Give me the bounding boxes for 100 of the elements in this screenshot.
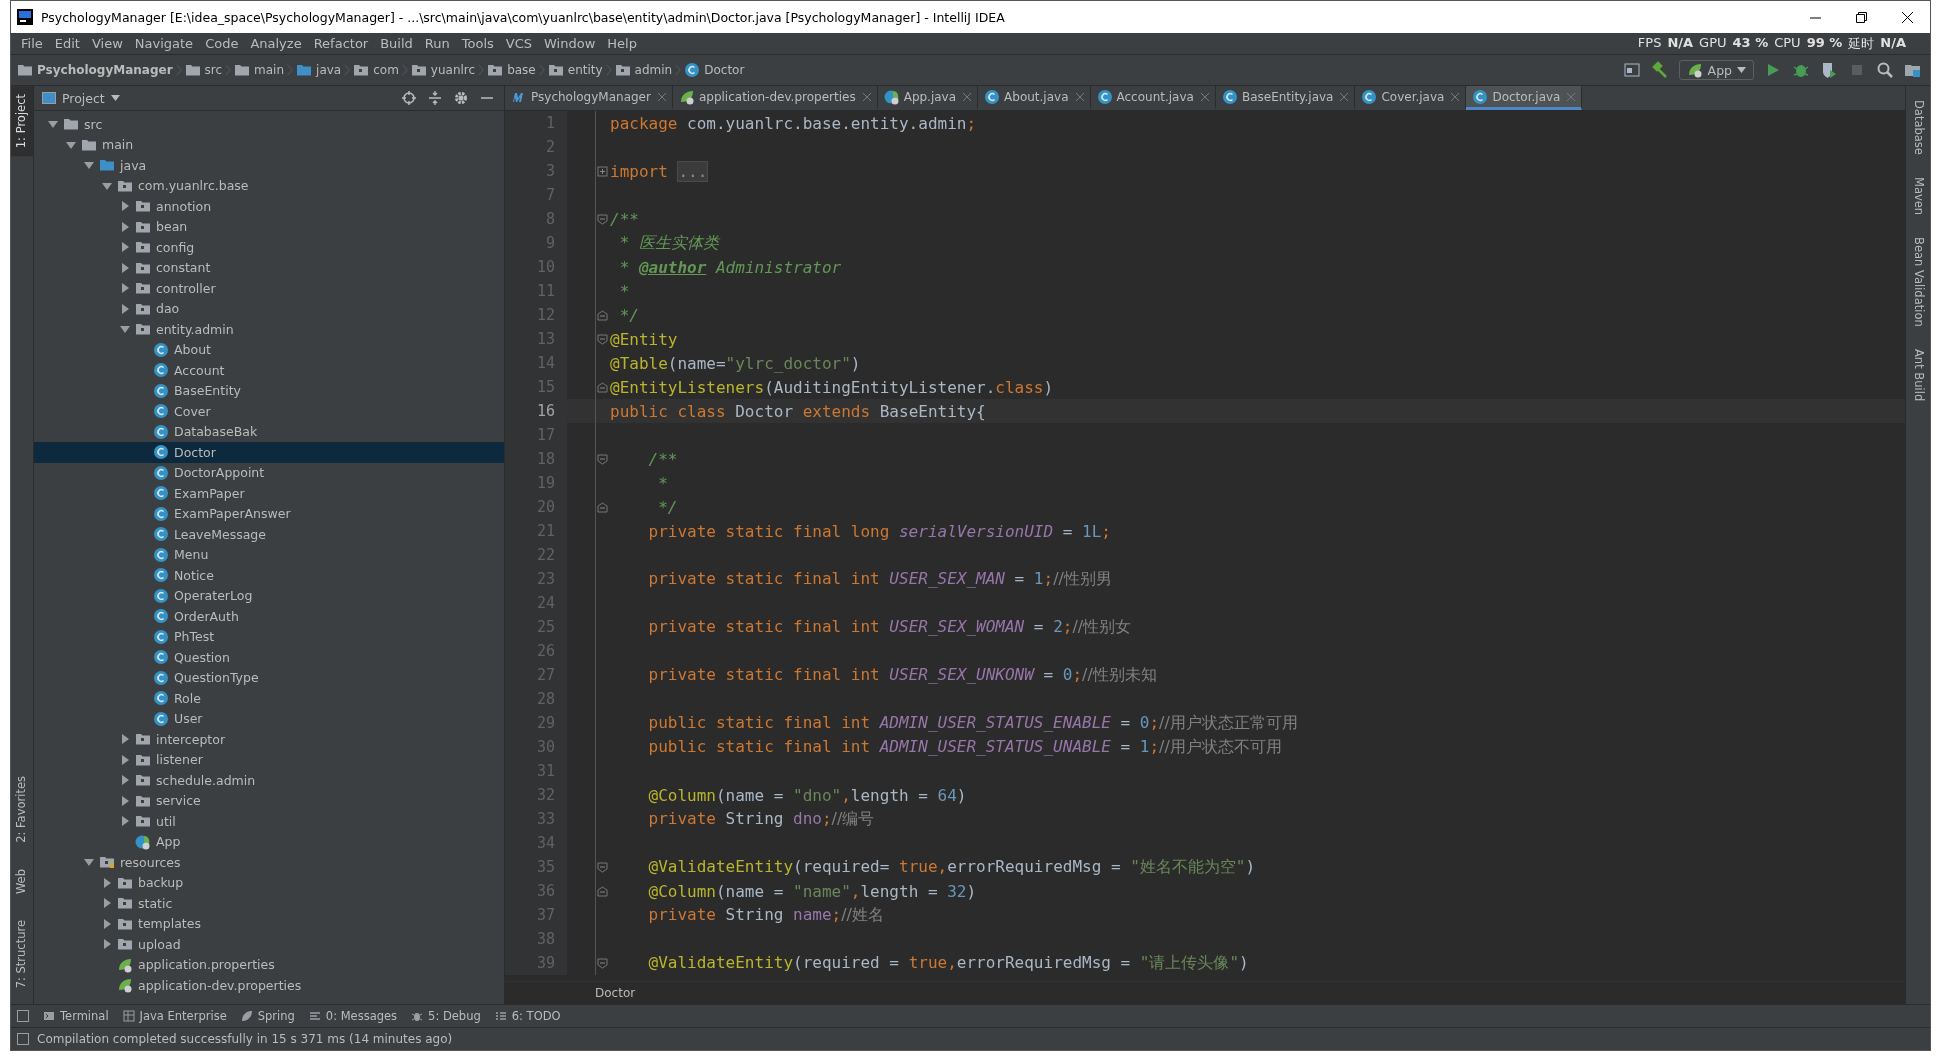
tree-item[interactable]: LeaveMessage (34, 524, 504, 545)
fold-icon[interactable] (596, 213, 608, 225)
menu-bar-entry[interactable]: Build (374, 36, 419, 51)
collapse-arrow-icon[interactable] (102, 877, 112, 888)
fold-end-icon[interactable] (596, 309, 608, 321)
tool-window-tab[interactable]: Maven (1906, 176, 1930, 215)
expand-arrow-icon[interactable] (84, 160, 94, 171)
menu-bar-entry[interactable]: Help (601, 36, 643, 51)
breadcrumb-item[interactable]: PsychologyManager (17, 62, 173, 78)
tree-item[interactable]: ExamPaperAnswer (34, 503, 504, 524)
tree-item[interactable]: Doctor (34, 442, 504, 463)
fold-icon[interactable] (596, 333, 608, 345)
tool-window-tab[interactable]: 6: TODO (494, 1009, 561, 1023)
tool-window-tab[interactable]: 2: Favorites (11, 767, 33, 851)
collapse-arrow-icon[interactable] (102, 898, 112, 909)
window-icon[interactable] (1622, 61, 1641, 79)
fold-icon[interactable] (596, 453, 608, 465)
tree-item[interactable]: OrderAuth (34, 606, 504, 627)
fold-icon[interactable] (596, 861, 608, 873)
run-config-dropdown[interactable]: App (1678, 60, 1754, 80)
collapse-arrow-icon[interactable] (120, 303, 130, 314)
menu-bar-entry[interactable]: Window (538, 36, 602, 51)
locate-icon[interactable] (402, 91, 416, 105)
tree-item[interactable]: DoctorAppoint (34, 462, 504, 483)
collapse-arrow-icon[interactable] (120, 242, 130, 253)
tree-item[interactable]: BaseEntity (34, 380, 504, 401)
menu-bar-entry[interactable]: Code (199, 36, 245, 51)
collapse-arrow-icon[interactable] (120, 283, 130, 294)
tree-item[interactable]: templates (34, 913, 504, 934)
collapse-arrow-icon[interactable] (102, 918, 112, 929)
panel-toggle-icon[interactable] (17, 1033, 29, 1045)
tree-item[interactable]: controller (34, 278, 504, 299)
coverage-icon[interactable] (1820, 61, 1838, 79)
tool-window-tab[interactable]: Spring (240, 1009, 295, 1023)
tree-item[interactable]: backup (34, 872, 504, 893)
tree-item[interactable]: dao (34, 298, 504, 319)
breadcrumb-item[interactable]: yuanlrc (410, 62, 476, 78)
tree-item[interactable]: Question (34, 647, 504, 668)
tree-item[interactable]: service (34, 790, 504, 811)
collapse-arrow-icon[interactable] (102, 939, 112, 950)
breadcrumb-item[interactable]: java (296, 62, 342, 78)
tree-item[interactable]: static (34, 893, 504, 914)
tree-item[interactable]: ExamPaper (34, 483, 504, 504)
tree-item[interactable]: QuestionType (34, 667, 504, 688)
panel-toggle-icon[interactable] (17, 1010, 29, 1022)
tool-window-tab[interactable]: Java Enterprise (122, 1009, 227, 1023)
tool-window-tab[interactable]: Bean Validation (1906, 237, 1930, 327)
collapse-arrow-icon[interactable] (120, 221, 130, 232)
collapse-all-icon[interactable] (428, 91, 442, 105)
tree-item[interactable]: main (34, 134, 504, 155)
breadcrumb-item[interactable]: admin (614, 62, 673, 78)
tree-item[interactable]: application-dev.properties (34, 975, 504, 996)
tree-item[interactable]: entity.admin (34, 319, 504, 340)
hammer-icon[interactable] (1650, 61, 1669, 79)
tool-window-tab[interactable]: Database (1906, 100, 1930, 155)
breadcrumb-item[interactable]: main (234, 62, 285, 78)
collapse-arrow-icon[interactable] (120, 816, 130, 827)
tree-item[interactable]: listener (34, 749, 504, 770)
tree-item[interactable]: Cover (34, 401, 504, 422)
collapse-arrow-icon[interactable] (120, 201, 130, 212)
breadcrumb-item[interactable]: Doctor (684, 62, 745, 78)
tool-window-tab[interactable]: Terminal (43, 1009, 109, 1023)
search-icon[interactable] (1876, 61, 1894, 79)
settings-icon[interactable] (454, 91, 468, 105)
menu-bar-entry[interactable]: View (85, 36, 129, 51)
expand-arrow-icon[interactable] (66, 139, 76, 150)
menu-bar-entry[interactable]: VCS (499, 36, 539, 51)
tree-item[interactable]: DatabaseBak (34, 421, 504, 442)
editor-breadcrumb[interactable]: Doctor (595, 986, 636, 1000)
tree-item[interactable]: Notice (34, 565, 504, 586)
editor-tab[interactable]: Doctor.java (1466, 86, 1583, 110)
tree-item[interactable]: App (34, 831, 504, 852)
menu-bar-entry[interactable]: File (15, 36, 49, 51)
tree-item[interactable]: Menu (34, 544, 504, 565)
tree-item[interactable]: annotion (34, 196, 504, 217)
tree-item[interactable]: OperaterLog (34, 585, 504, 606)
expand-arrow-icon[interactable] (102, 180, 112, 191)
tree-item[interactable]: java (34, 155, 504, 176)
close-icon[interactable] (1901, 11, 1913, 23)
tree-item[interactable]: com.yuanlrc.base (34, 175, 504, 196)
tree-item[interactable]: upload (34, 934, 504, 955)
menu-bar-entry[interactable]: Analyze (244, 36, 308, 51)
fold-icon[interactable] (596, 957, 608, 969)
breadcrumb-item[interactable]: src (184, 62, 223, 78)
collapse-arrow-icon[interactable] (120, 775, 130, 786)
tree-item[interactable]: User (34, 708, 504, 729)
menu-bar-entry[interactable]: Tools (455, 36, 500, 51)
tree-item[interactable]: About (34, 339, 504, 360)
editor-tab[interactable]: App.java (877, 86, 979, 110)
tool-window-tab[interactable]: 0: Messages (308, 1009, 398, 1023)
editor-tab[interactable]: application-dev.properties (672, 86, 878, 110)
collapse-arrow-icon[interactable] (120, 795, 130, 806)
tree-item[interactable]: PhTest (34, 626, 504, 647)
tree-item[interactable]: Role (34, 688, 504, 709)
tree-item[interactable]: resources (34, 852, 504, 873)
tool-window-tab[interactable]: Web (11, 860, 33, 902)
fold-end-icon[interactable] (596, 381, 608, 393)
editor-tab[interactable]: BaseEntity.java (1215, 86, 1356, 110)
expand-icon[interactable] (596, 165, 608, 177)
tool-window-tab[interactable]: 1: Project (11, 86, 33, 157)
